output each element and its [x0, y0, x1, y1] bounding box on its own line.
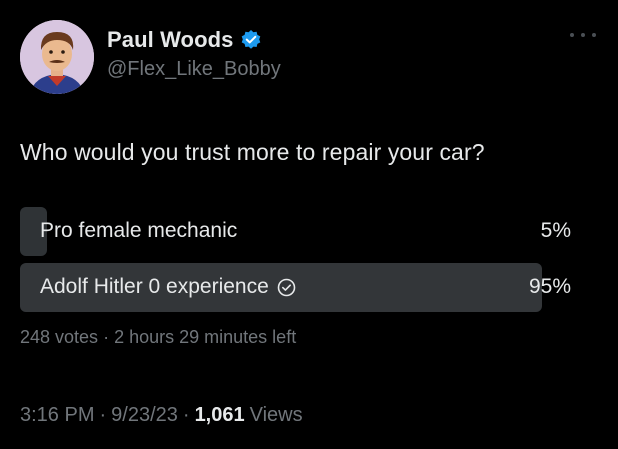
verified-badge-icon[interactable]	[240, 29, 262, 51]
check-circle-icon	[277, 278, 296, 297]
poll-option-1[interactable]: Pro female mechanic 5%	[20, 207, 571, 256]
poll-option-2-label-wrap: Adolf Hitler 0 experience	[40, 275, 296, 299]
tweet: Paul Woods @Flex_Like_Bobby Who would yo…	[0, 0, 618, 449]
poll-meta: 248 votes · 2 hours 29 minutes left	[20, 327, 296, 348]
author-name-row: Paul Woods	[107, 27, 262, 53]
separator: ·	[182, 404, 190, 426]
more-options-icon[interactable]	[570, 30, 596, 40]
views-label: Views	[249, 404, 303, 426]
separator: ·	[103, 327, 110, 347]
poll-option-1-label-wrap: Pro female mechanic	[40, 219, 237, 243]
poll-option-percent: 95%	[528, 275, 571, 298]
display-name[interactable]: Paul Woods	[107, 27, 234, 53]
poll-option-2[interactable]: Adolf Hitler 0 experience 95%	[20, 263, 571, 312]
tweet-date[interactable]: 9/23/23	[111, 404, 178, 427]
avatar[interactable]	[20, 20, 94, 94]
poll-option-label: Pro female mechanic	[40, 219, 238, 242]
poll-votes: 248 votes	[20, 327, 99, 347]
separator: ·	[99, 404, 107, 426]
author-handle[interactable]: @Flex_Like_Bobby	[107, 58, 281, 81]
views-count: 1,061	[194, 404, 245, 426]
tweet-meta: 3:16 PM · 9/23/23 · 1,061 Views	[20, 404, 303, 427]
poll-option-label: Adolf Hitler 0 experience	[40, 275, 269, 298]
poll-option-percent: 5%	[540, 219, 571, 242]
tweet-time[interactable]: 3:16 PM	[20, 404, 94, 427]
poll-time-left: 2 hours 29 minutes left	[114, 327, 297, 347]
tweet-text: Who would you trust more to repair your …	[20, 139, 485, 165]
